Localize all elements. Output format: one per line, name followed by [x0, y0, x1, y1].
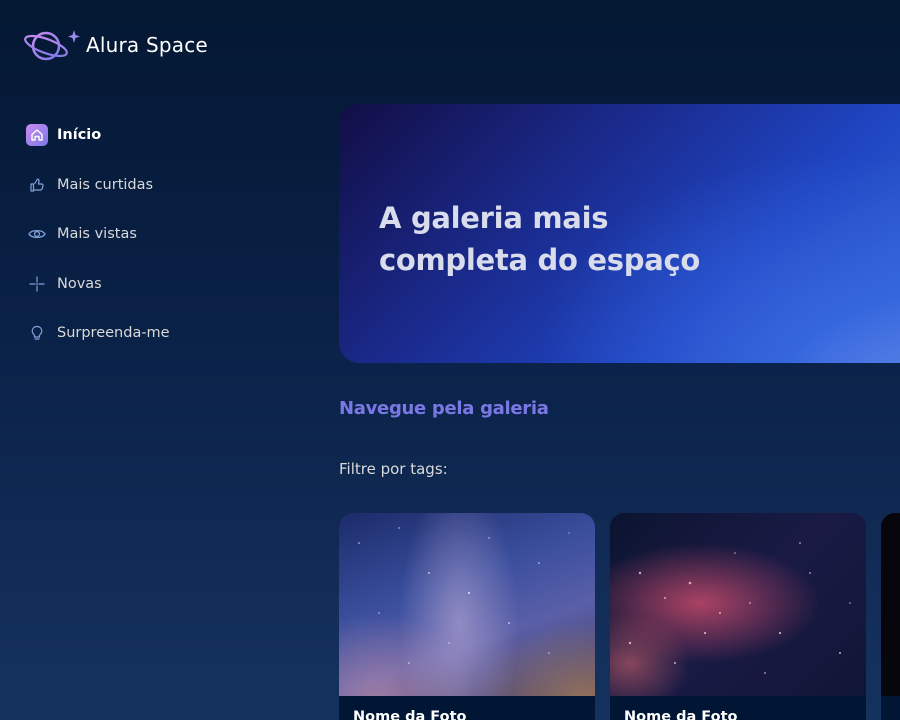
- sidebar-item-label: Mais curtidas: [57, 176, 154, 193]
- gallery-card[interactable]: [881, 513, 900, 720]
- card-footer: [881, 696, 900, 720]
- banner-title: A galeria mais completa do espaço: [379, 201, 700, 277]
- gallery-title: Navegue pela galeria: [339, 398, 549, 419]
- stars-overlay: [358, 527, 570, 664]
- nebula-photo: [610, 513, 866, 696]
- sparkle-icon: [26, 273, 48, 295]
- gallery-cards: Nome da Foto Nome da Foto: [339, 513, 900, 720]
- thumbs-up-icon: [26, 174, 48, 196]
- photo-name: Nome da Foto: [353, 709, 467, 720]
- app-name: Alura Space: [86, 33, 208, 57]
- photo-name: Nome da Foto: [624, 709, 738, 720]
- gallery-card[interactable]: Nome da Foto: [610, 513, 866, 720]
- stars-overlay: [628, 542, 851, 674]
- sidebar-item-label: Início: [57, 127, 102, 143]
- sidebar-item-surpreenda-me[interactable]: Surpreenda-me: [26, 318, 286, 348]
- card-footer: Nome da Foto: [610, 696, 866, 720]
- sidebar-item-mais-curtidas[interactable]: Mais curtidas: [26, 170, 286, 200]
- sidebar-item-mais-vistas[interactable]: Mais vistas: [26, 219, 286, 249]
- space-photo: [881, 513, 900, 696]
- planet-logo-icon: [24, 30, 80, 61]
- app-logo[interactable]: Alura Space: [24, 26, 208, 64]
- galaxy-photo: [339, 513, 595, 696]
- eye-icon: [26, 223, 48, 245]
- gallery-card[interactable]: Nome da Foto: [339, 513, 595, 720]
- sidebar-nav: Início Mais curtidas Mais vistas Novas S…: [26, 120, 286, 368]
- sidebar-item-label: Surpreenda-me: [57, 325, 170, 341]
- lightbulb-icon: [26, 322, 48, 344]
- sidebar-item-novas[interactable]: Novas: [26, 269, 286, 299]
- sidebar-item-inicio[interactable]: Início: [26, 120, 286, 150]
- hero-banner: A galeria mais completa do espaço: [339, 104, 900, 363]
- card-footer: Nome da Foto: [339, 696, 595, 720]
- home-icon: [26, 124, 48, 146]
- sidebar-item-label: Mais vistas: [57, 226, 137, 242]
- sidebar-item-label: Novas: [57, 275, 102, 292]
- filter-label: Filtre por tags:: [339, 460, 448, 478]
